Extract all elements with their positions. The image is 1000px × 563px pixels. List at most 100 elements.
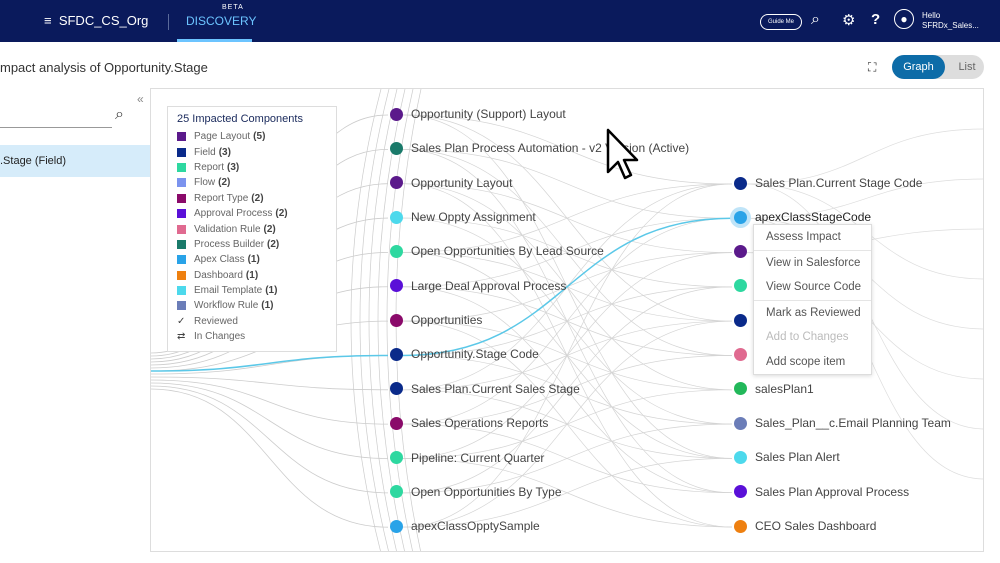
node-label: apexClassStageCode xyxy=(755,210,872,225)
beta-badge: BETA xyxy=(222,4,244,11)
graph-view-button[interactable]: Graph xyxy=(892,55,945,79)
menu-item-view-in-salesforce[interactable]: View in Salesforce xyxy=(754,250,871,275)
gear-icon[interactable]: ⚙ xyxy=(842,11,855,29)
legend-label: Reviewed xyxy=(194,315,238,327)
menu-item-view-source-code[interactable]: View Source Code xyxy=(754,275,871,300)
node-dot xyxy=(734,382,747,396)
list-view-button[interactable]: List xyxy=(952,55,982,79)
guide-me-button[interactable]: Guide Me xyxy=(760,14,802,30)
menu-item-add-to-changes: Add to Changes xyxy=(766,331,849,343)
legend-count: (2) xyxy=(251,192,264,204)
context-menu: Assess Impact View in Salesforce View Sour… xyxy=(753,224,872,375)
selected-component-item[interactable]: .Stage (Field) xyxy=(0,145,150,177)
legend-count: (3) xyxy=(227,161,240,173)
legend-label: Flow xyxy=(194,177,216,189)
legend-item: Process Builder (2) xyxy=(177,237,327,252)
legend-label: Email Template xyxy=(194,285,263,297)
node-dot xyxy=(390,519,403,533)
legend-reviewed: ✓ Reviewed xyxy=(177,314,327,329)
legend-title: 25 Impacted Components xyxy=(177,113,303,125)
fullscreen-icon[interactable]: ⛶ xyxy=(868,60,876,75)
graph-node[interactable]: Opportunity (Support) Layout xyxy=(390,107,566,121)
legend-count: (2) xyxy=(218,177,231,189)
legend-label: Page Layout xyxy=(194,131,251,143)
node-dot xyxy=(390,244,403,258)
legend-swatch xyxy=(177,209,186,219)
legend-item: Dashboard (1) xyxy=(177,268,327,283)
legend-count: (1) xyxy=(245,269,259,281)
tab-discovery[interactable]: DISCOVERY xyxy=(186,14,256,28)
legend-label: Dashboard xyxy=(194,269,243,281)
legend-item: Apex Class (1) xyxy=(177,252,327,267)
mouse-cursor-icon xyxy=(606,128,639,180)
menu-item-assess-impact[interactable]: Assess Impact xyxy=(754,225,871,250)
node-label: apexClassOpptySample xyxy=(411,519,540,534)
legend-count: (2) xyxy=(263,223,276,235)
graph-node[interactable]: Open Opportunities By Lead Source xyxy=(390,244,604,258)
divider xyxy=(168,14,169,30)
graph-edge xyxy=(151,379,389,425)
legend-item: Page Layout (5) xyxy=(177,129,327,144)
legend-swatch xyxy=(177,286,186,296)
node-dot xyxy=(734,313,747,327)
org-name: SFDC_CS_Org xyxy=(58,13,149,28)
node-label: Open Opportunities By Type xyxy=(411,484,562,499)
node-label: Open Opportunities By Lead Source xyxy=(411,244,604,259)
graph-node[interactable]: Large Deal Approval Process xyxy=(390,279,566,293)
graph-node[interactable]: Sales_Plan__c.Email Planning Team xyxy=(734,416,951,430)
top-bar: ≡ SFDC_CS_Org BETA DISCOVERY Guide Me ⌕ … xyxy=(0,0,1000,42)
legend-count: (3) xyxy=(218,146,231,158)
graph-node[interactable]: Sales Plan Alert xyxy=(734,450,840,464)
graph-node[interactable]: Sales Plan Process Automation - v2 Versi… xyxy=(390,141,689,155)
search-input[interactable] xyxy=(0,108,112,128)
legend-label: Approval Process xyxy=(194,208,273,220)
node-label: Sales Plan Alert xyxy=(755,450,840,465)
graph-node[interactable]: Opportunity.Stage Code xyxy=(390,347,539,361)
menu-item-add-scope-item[interactable]: Add scope item xyxy=(754,350,871,375)
node-label: Opportunity (Support) Layout xyxy=(411,107,566,121)
legend-swatch xyxy=(177,255,186,265)
legend-item: Flow (2) xyxy=(177,175,327,190)
help-icon[interactable]: ? xyxy=(871,11,880,28)
legend-item: Validation Rule (2) xyxy=(177,221,327,236)
legend-swatch xyxy=(177,147,186,157)
org-menu[interactable]: ≡ SFDC_CS_Org xyxy=(44,13,148,28)
node-label: Sales Operations Reports xyxy=(411,416,549,431)
search-icon[interactable]: ⌕ xyxy=(811,11,820,29)
graph-node[interactable]: Open Opportunities By Type xyxy=(390,485,562,499)
menu-item-mark-as-reviewed[interactable]: Mark as Reviewed xyxy=(754,300,871,325)
user-avatar-icon[interactable]: ● xyxy=(894,9,914,29)
legend-count: (2) xyxy=(267,238,280,250)
graph-node[interactable]: Sales Plan.Current Stage Code xyxy=(734,176,922,190)
collapse-panel-icon[interactable]: « xyxy=(137,92,144,106)
node-label: CEO Sales Dashboard xyxy=(755,519,877,533)
graph-node[interactable]: Sales Operations Reports xyxy=(390,416,548,430)
graph-node[interactable]: CEO Sales Dashboard xyxy=(734,519,876,533)
node-dot xyxy=(390,313,403,327)
legend-label: Apex Class xyxy=(194,254,245,266)
legend-count: (1) xyxy=(247,254,260,266)
node-dot xyxy=(390,416,403,430)
graph-node[interactable] xyxy=(734,244,755,258)
legend-count: (2) xyxy=(275,208,288,220)
graph-node[interactable]: Opportunities xyxy=(390,313,482,327)
node-dot xyxy=(390,176,403,190)
graph-edge xyxy=(151,382,389,459)
user-menu[interactable]: Hello SFRDx_Sales... xyxy=(922,11,979,31)
graph-node[interactable]: salesPlan1 xyxy=(734,382,814,396)
graph-node[interactable]: New Oppty Assignment xyxy=(390,210,536,224)
graph-node[interactable]: Sales Plan.Current Sales Stage xyxy=(390,382,580,396)
node-dot xyxy=(734,210,747,224)
legend-count: (1) xyxy=(265,285,278,297)
graph-node[interactable]: Sales Plan Approval Process xyxy=(734,485,909,499)
node-label: Opportunities xyxy=(411,313,483,328)
graph-node[interactable]: Opportunity Layout xyxy=(390,176,512,190)
graph-edge xyxy=(359,89,390,551)
view-toggle[interactable]: Graph List xyxy=(892,55,984,79)
node-dot xyxy=(390,485,403,499)
graph-node[interactable]: apexClassStageCode xyxy=(734,210,871,224)
search-icon[interactable]: ⌕ xyxy=(115,106,124,124)
page-title: mpact analysis of Opportunity.Stage xyxy=(0,60,208,75)
graph-node[interactable]: apexClassOpptySample xyxy=(390,519,540,533)
graph-node[interactable]: Pipeline: Current Quarter xyxy=(390,451,544,465)
